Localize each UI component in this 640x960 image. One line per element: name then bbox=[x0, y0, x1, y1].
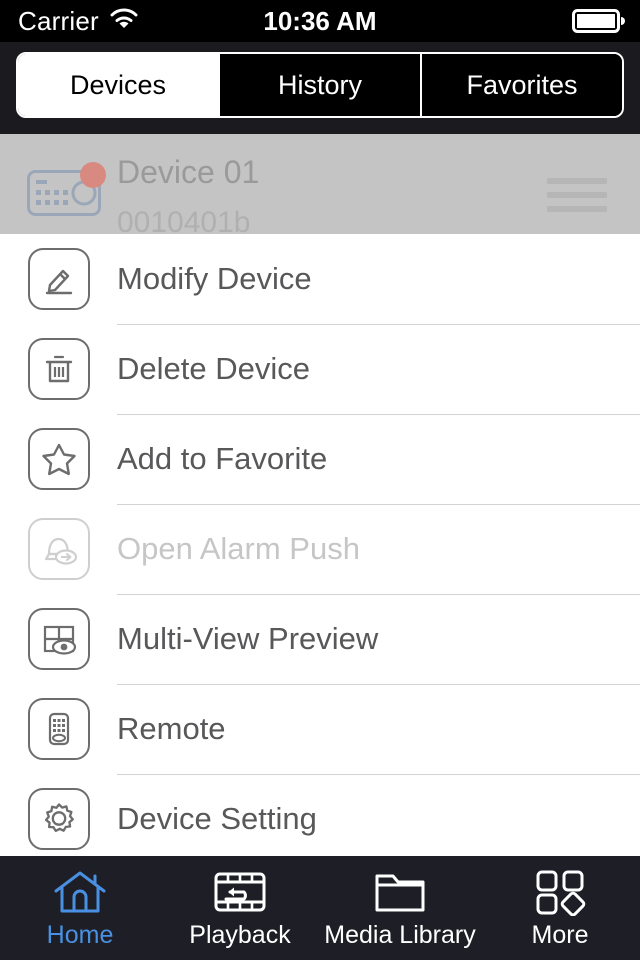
remote-icon bbox=[28, 698, 90, 760]
device-list-row[interactable]: Device 01 0010401b bbox=[0, 134, 640, 234]
tab-label: Playback bbox=[189, 920, 291, 949]
gear-icon bbox=[28, 788, 90, 850]
trash-icon bbox=[28, 338, 90, 400]
folder-icon bbox=[372, 867, 428, 917]
reorder-handle-icon[interactable] bbox=[547, 178, 607, 220]
tab-label: More bbox=[531, 920, 589, 949]
tab-favorites[interactable]: Favorites bbox=[422, 54, 622, 116]
star-icon bbox=[28, 428, 90, 490]
app-screen: Carrier 10:36 AM Devices History Favorit… bbox=[0, 0, 640, 960]
clock-label: 10:36 AM bbox=[263, 5, 377, 36]
tab-home[interactable]: Home bbox=[0, 856, 160, 960]
tab-history[interactable]: History bbox=[220, 54, 422, 116]
tab-media-library[interactable]: Media Library bbox=[320, 856, 480, 960]
tab-playback[interactable]: Playback bbox=[160, 856, 320, 960]
device-name: Device 01 bbox=[117, 154, 260, 190]
action-label: Device Setting bbox=[117, 801, 317, 836]
tab-label: Media Library bbox=[324, 920, 476, 949]
status-bar: Carrier 10:36 AM bbox=[0, 0, 640, 42]
more-grid-icon bbox=[534, 867, 586, 917]
device-id: 0010401b bbox=[117, 206, 251, 234]
tab-label: Home bbox=[46, 920, 114, 949]
action-label: Multi-View Preview bbox=[117, 621, 379, 656]
action-label: Add to Favorite bbox=[117, 441, 328, 476]
action-multi-view-preview[interactable]: Multi-View Preview bbox=[0, 594, 640, 684]
device-action-sheet: Modify Device Delete Device Add to Favor… bbox=[0, 234, 640, 856]
action-label: Open Alarm Push bbox=[117, 531, 360, 566]
pencil-icon bbox=[28, 248, 90, 310]
battery-full-icon bbox=[572, 8, 626, 34]
action-delete-device[interactable]: Delete Device bbox=[0, 324, 640, 414]
home-icon bbox=[52, 867, 108, 917]
status-badge bbox=[80, 162, 106, 188]
action-add-to-favorite[interactable]: Add to Favorite bbox=[0, 414, 640, 504]
segmented-control-bar: Devices History Favorites bbox=[0, 42, 640, 134]
action-modify-device[interactable]: Modify Device bbox=[0, 234, 640, 324]
action-device-setting[interactable]: Device Setting bbox=[0, 774, 640, 864]
action-open-alarm-push[interactable]: Open Alarm Push bbox=[0, 504, 640, 594]
tab-devices[interactable]: Devices bbox=[18, 54, 220, 116]
playback-icon bbox=[212, 867, 268, 917]
action-label: Modify Device bbox=[117, 261, 312, 296]
alarm-push-icon bbox=[28, 518, 90, 580]
action-label: Delete Device bbox=[117, 351, 310, 386]
action-remote[interactable]: Remote bbox=[0, 684, 640, 774]
action-label: Remote bbox=[117, 711, 226, 746]
multi-view-icon bbox=[28, 608, 90, 670]
bottom-tab-bar: Home Playback Media Library More bbox=[0, 856, 640, 960]
segmented-control[interactable]: Devices History Favorites bbox=[16, 52, 624, 118]
tab-more[interactable]: More bbox=[480, 856, 640, 960]
